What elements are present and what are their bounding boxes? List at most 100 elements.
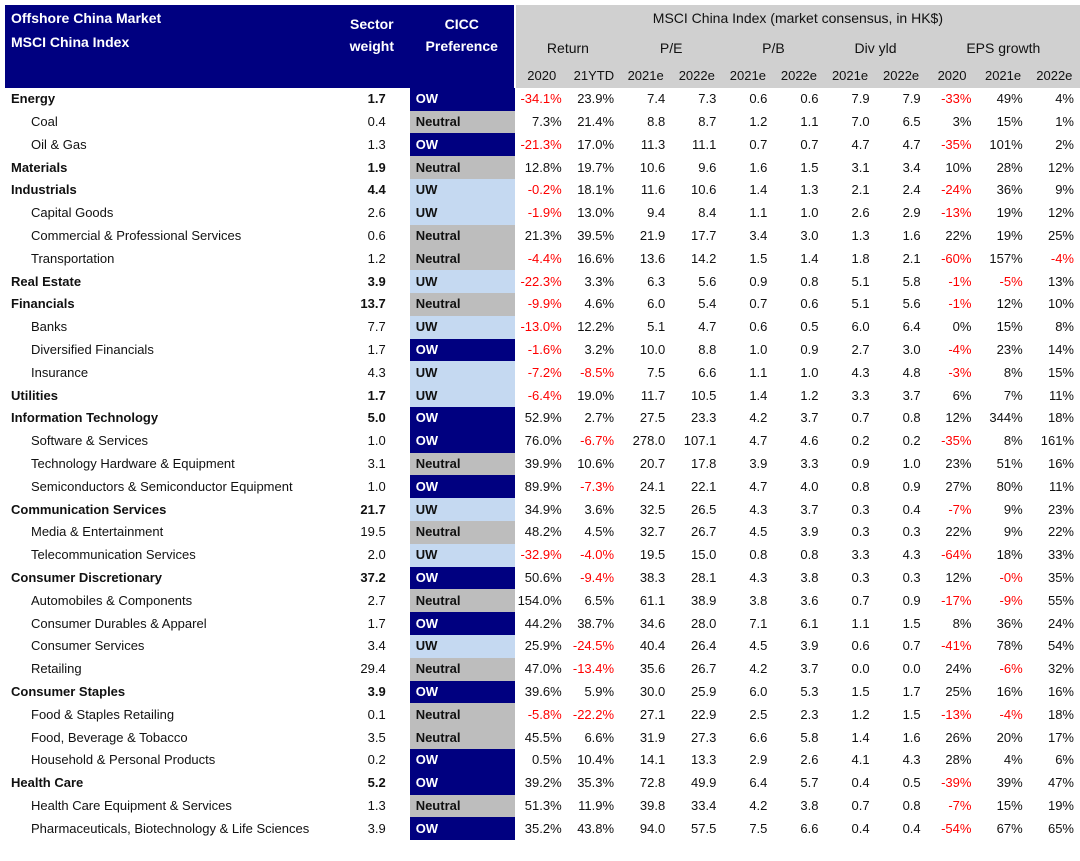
- metric-value: 0.7: [800, 136, 819, 152]
- metric-value: 19%: [1047, 797, 1074, 813]
- metric-value: 0.7: [749, 136, 768, 152]
- metric-value: -13%: [941, 706, 972, 722]
- metric-value: -6%: [999, 661, 1023, 677]
- metric-value: 32.7: [639, 524, 666, 540]
- metric-value: 1.2: [851, 706, 870, 722]
- metric-value: 2.9: [902, 205, 921, 221]
- metric-value: 50.6%: [524, 569, 562, 585]
- sector-name: Oil & Gas: [31, 136, 87, 152]
- sector-name: Industrials: [11, 182, 77, 198]
- metric-value: 3.8: [749, 592, 768, 608]
- metric-value: 39.6%: [524, 683, 562, 699]
- metric-value: 38.3: [639, 569, 666, 585]
- metric-value: 4.7: [698, 319, 717, 335]
- metric-value: -5%: [999, 273, 1023, 289]
- metric-value: 39.8: [639, 797, 666, 813]
- metric-value: 11.3: [640, 136, 666, 152]
- metric-value: 20%: [996, 729, 1023, 745]
- metric-value: -4%: [1050, 250, 1074, 266]
- metric-value: 4.6%: [584, 296, 615, 312]
- metric-value: -1%: [948, 296, 972, 312]
- metric-value: 4%: [1003, 752, 1023, 768]
- metric-value: 19.5: [639, 547, 666, 563]
- metric-value: 0.4: [902, 501, 921, 517]
- metric-value: -1%: [948, 273, 972, 289]
- metric-value: 0.7: [851, 797, 870, 813]
- metric-value: 1.2: [800, 387, 819, 403]
- metric-value: -13.0%: [520, 319, 562, 335]
- metric-value: 10.6: [639, 159, 666, 175]
- metric-value: 4.5: [749, 638, 768, 654]
- metric-value: 31.9: [639, 729, 666, 745]
- metric-value: 3.6: [800, 592, 819, 608]
- metric-value: 12%: [1047, 205, 1074, 221]
- cicc-preference-badge: UW: [409, 384, 515, 407]
- metric-value: 10.6: [691, 182, 717, 198]
- metric-value: 57.5: [691, 820, 717, 836]
- metric-value: 9%: [1003, 501, 1023, 517]
- cicc-preference-badge: UW: [409, 498, 515, 521]
- metric-value: 11%: [1048, 478, 1074, 494]
- metric-value: -54%: [941, 820, 972, 836]
- metric-value: 12.2%: [577, 319, 615, 335]
- metric-value: 4.2: [749, 661, 768, 677]
- metric-value: -34.1%: [520, 91, 562, 107]
- metric-value: 1.6: [902, 227, 921, 243]
- metric-value: 27.1: [639, 706, 666, 722]
- metric-value: 11.6: [640, 182, 666, 198]
- metric-value: 6.6: [749, 729, 768, 745]
- metric-value: 35.6: [639, 661, 666, 677]
- metric-value: 0.7: [851, 410, 870, 426]
- sector-weight: 1.7: [367, 91, 386, 107]
- metric-value: 40.4: [639, 638, 666, 654]
- metric-value: 5.1: [647, 319, 666, 335]
- table-row: Media & Entertainment 19.5 Neutral 48.2% 4.5…: [5, 520, 1080, 544]
- metric-value: 27%: [945, 478, 972, 494]
- metric-value: 6.5%: [584, 592, 615, 608]
- sector-weight: 1.3: [367, 797, 386, 813]
- metric-value: 10.6%: [577, 455, 615, 471]
- metric-value: 5.9%: [584, 683, 615, 699]
- table-row: Consumer Durables & Apparel 1.7 OW 44.2% 38.…: [5, 612, 1080, 635]
- sector-weight: 1.9: [367, 159, 386, 175]
- metric-value: 0.8: [902, 797, 921, 813]
- cicc-preference-badge: Neutral: [409, 703, 515, 727]
- metric-value: 4.0: [800, 478, 819, 494]
- table-row: Telecommunication Services 2.0 UW -32.9% -4.…: [5, 543, 1080, 567]
- metric-value: 8%: [1003, 433, 1023, 449]
- metric-value: 0.3: [851, 524, 870, 540]
- cicc-preference-badge: Neutral: [409, 589, 515, 613]
- sector-name: Media & Entertainment: [31, 524, 164, 540]
- metric-value: 32.5: [639, 501, 666, 517]
- sector-weight: 1.7: [367, 615, 386, 631]
- sector-weight: 3.5: [367, 729, 386, 745]
- table-row: Consumer Discretionary 37.2 OW 50.6% -9.4% 38…: [5, 566, 1080, 590]
- metric-value: -60%: [941, 250, 972, 266]
- metric-value: 33%: [1047, 547, 1074, 563]
- sector-name: Food & Staples Retailing: [31, 706, 175, 722]
- metric-value: 1.1: [749, 364, 768, 380]
- metric-value: -33%: [941, 91, 972, 107]
- sector-name: Energy: [11, 91, 56, 107]
- sector-weight: 19.5: [360, 524, 386, 540]
- metric-value: 344%: [989, 410, 1023, 426]
- sector-name: Coal: [31, 113, 58, 129]
- metric-value: -6.7%: [580, 433, 615, 449]
- metric-value: 3.9: [800, 638, 819, 654]
- metric-value: 1.1: [749, 205, 768, 221]
- sector-weight: 29.4: [360, 661, 386, 677]
- metric-value: 0.3: [902, 524, 921, 540]
- header-title-2: MSCI China Index: [5, 31, 334, 65]
- metric-value: 11.9%: [578, 797, 615, 813]
- sector-name: Utilities: [11, 387, 58, 403]
- metric-value: 10%: [1047, 296, 1074, 312]
- metric-value: 7%: [1003, 387, 1023, 403]
- metric-value: -7.2%: [527, 364, 562, 380]
- table-row: Health Care Equipment & Services 1.3 Neutr…: [5, 794, 1080, 818]
- metric-value: 0.6: [851, 638, 870, 654]
- metric-value: 3.7: [800, 410, 819, 426]
- subheader-col: 2022e: [875, 65, 927, 88]
- metric-value: 7.9: [851, 91, 870, 107]
- metric-value: 35%: [1047, 569, 1074, 585]
- metric-value: -4%: [999, 706, 1023, 722]
